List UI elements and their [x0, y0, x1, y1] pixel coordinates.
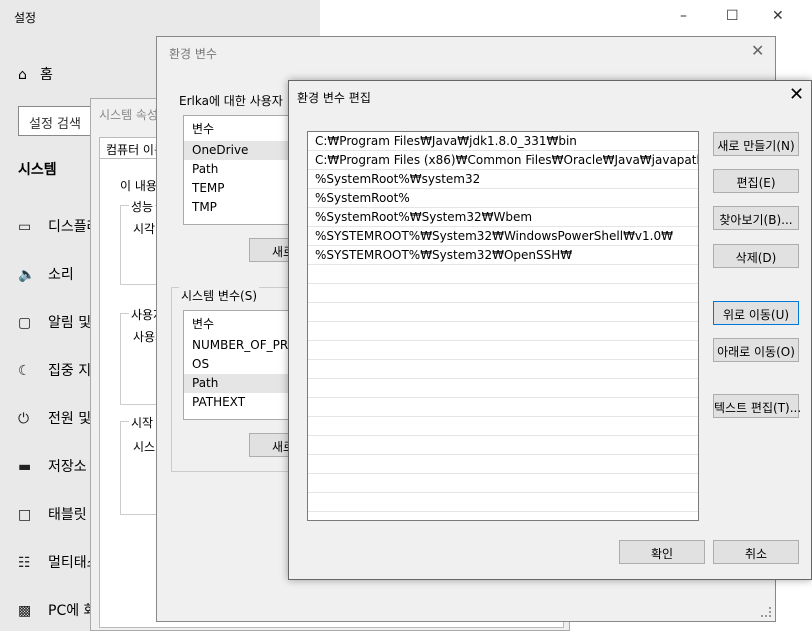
- list-item[interactable]: OS: [184, 355, 292, 374]
- close-icon[interactable]: ✕: [751, 41, 764, 60]
- settings-title: 설정: [14, 11, 37, 25]
- list-item[interactable]: %SYSTEMROOT%₩System32₩WindowsPowerShell₩…: [308, 227, 698, 246]
- list-item[interactable]: C:₩Program Files (x86)₩Common Files₩Orac…: [308, 151, 698, 170]
- home-link[interactable]: ⌂ 홈: [18, 64, 53, 84]
- empty-row: [308, 284, 698, 303]
- close-icon[interactable]: ✕: [772, 8, 784, 24]
- list-item[interactable]: OneDrive: [184, 141, 292, 160]
- close-icon[interactable]: ✕: [789, 84, 804, 105]
- new-button[interactable]: 새로 만들기(N): [713, 132, 799, 156]
- system-vars-label: 시스템 변수(S): [179, 287, 259, 304]
- list-item[interactable]: %SystemRoot%₩system32: [308, 170, 698, 189]
- nav-label: 태블릿: [48, 507, 87, 523]
- tablet-icon: □: [18, 507, 32, 523]
- empty-row: [308, 303, 698, 322]
- empty-row: [308, 474, 698, 493]
- delete-button[interactable]: 삭제(D): [713, 244, 799, 268]
- ok-button[interactable]: 확인: [619, 540, 705, 564]
- edit-button[interactable]: 편집(E): [713, 169, 799, 193]
- nav-item-focus[interactable]: ☾ 집중 지원: [18, 360, 93, 384]
- list-item[interactable]: %SystemRoot%: [308, 189, 698, 208]
- nav-item-multitasking[interactable]: ☷ 멀티태스킹: [18, 552, 93, 576]
- power-icon: ⏻: [18, 411, 30, 427]
- list-item[interactable]: TMP: [184, 198, 292, 217]
- notification-icon: ▢: [18, 315, 32, 331]
- nav-item-sound[interactable]: 🔈 소리: [18, 264, 93, 288]
- list-item[interactable]: Path: [184, 374, 292, 393]
- dialog-title: 시스템 속성: [99, 108, 159, 122]
- empty-row: [308, 322, 698, 341]
- list-item[interactable]: %SYSTEMROOT%₩System32₩OpenSSH₩: [308, 246, 698, 265]
- nav-item-storage[interactable]: ▬ 저장소: [18, 456, 93, 480]
- home-icon: ⌂: [18, 67, 27, 83]
- list-item[interactable]: TEMP: [184, 179, 292, 198]
- move-down-button[interactable]: 아래로 이동(O): [713, 338, 799, 362]
- list-item[interactable]: PATHEXT: [184, 393, 292, 412]
- list-item[interactable]: Path: [184, 160, 292, 179]
- home-label: 홈: [40, 67, 53, 83]
- monitor-icon: ▭: [18, 219, 32, 235]
- nav-label: 저장소: [48, 459, 87, 475]
- nav-label: 멀티태스킹: [48, 555, 93, 571]
- edit-env-var-dialog: 환경 변수 편집 ✕ C:₩Program Files₩Java₩jdk1.8.…: [288, 80, 812, 580]
- move-up-button[interactable]: 위로 이동(U): [713, 301, 799, 325]
- user-vars-list[interactable]: 변수 OneDrive Path TEMP TMP: [183, 115, 293, 225]
- empty-row: [308, 436, 698, 455]
- nav-label: 집중 지원: [48, 363, 93, 379]
- path-entries-list[interactable]: C:₩Program Files₩Java₩jdk1.8.0_331₩bin C…: [307, 131, 699, 521]
- multitask-icon: ☷: [18, 555, 31, 571]
- column-header[interactable]: 변수: [184, 311, 292, 336]
- empty-row: [308, 417, 698, 436]
- browse-button[interactable]: 찾아보기(B)...: [713, 206, 799, 230]
- empty-row: [308, 398, 698, 417]
- intro-text: 이 내용: [120, 179, 157, 193]
- minimize-icon[interactable]: –: [680, 8, 687, 24]
- nav-label: 소리: [48, 267, 74, 283]
- nav-item-project[interactable]: ▩ PC에 화면 표시: [18, 600, 93, 624]
- tab-computer-name[interactable]: 컴퓨터 이름: [99, 137, 159, 159]
- empty-row: [308, 265, 698, 284]
- column-header[interactable]: 변수: [184, 116, 292, 141]
- list-item[interactable]: %SystemRoot%₩System32₩Wbem: [308, 208, 698, 227]
- moon-icon: ☾: [18, 363, 31, 379]
- nav-label: 알림 및 작업: [48, 315, 93, 331]
- nav-item-power[interactable]: ⏻ 전원 및 절전: [18, 408, 93, 432]
- cancel-button[interactable]: 취소: [713, 540, 799, 564]
- dialog-title: 환경 변수: [169, 47, 217, 61]
- nav-label: 디스플레이: [48, 219, 93, 235]
- dialog-title: 환경 변수 편집: [297, 91, 371, 105]
- nav-label: PC에 화면 표시: [48, 603, 93, 619]
- empty-row: [308, 360, 698, 379]
- speaker-icon: 🔈: [18, 267, 36, 283]
- resize-grip-icon[interactable]: [761, 607, 771, 617]
- section-heading: 시스템: [18, 162, 57, 178]
- edit-text-button[interactable]: 텍스트 편집(T)...: [713, 394, 801, 418]
- system-vars-list[interactable]: 변수 NUMBER_OF_PRO OS Path PATHEXT: [183, 310, 293, 420]
- list-item[interactable]: C:₩Program Files₩Java₩jdk1.8.0_331₩bin: [308, 132, 698, 151]
- empty-row: [308, 493, 698, 512]
- nav-item-tablet[interactable]: □ 태블릿: [18, 504, 93, 528]
- nav-label: 전원 및 절전: [48, 411, 93, 427]
- group-label: 성능: [129, 198, 156, 215]
- list-item[interactable]: NUMBER_OF_PRO: [184, 336, 292, 355]
- empty-row: [308, 341, 698, 360]
- storage-icon: ▬: [18, 459, 32, 475]
- nav-item-notifications[interactable]: ▢ 알림 및 작업: [18, 312, 93, 336]
- maximize-icon[interactable]: ☐: [726, 8, 739, 24]
- empty-row: [308, 455, 698, 474]
- nav-item-display[interactable]: ▭ 디스플레이: [18, 216, 93, 240]
- pc-icon: ▩: [18, 603, 32, 619]
- empty-row: [308, 379, 698, 398]
- user-vars-label: Erlka에 대한 사용자: [179, 94, 283, 108]
